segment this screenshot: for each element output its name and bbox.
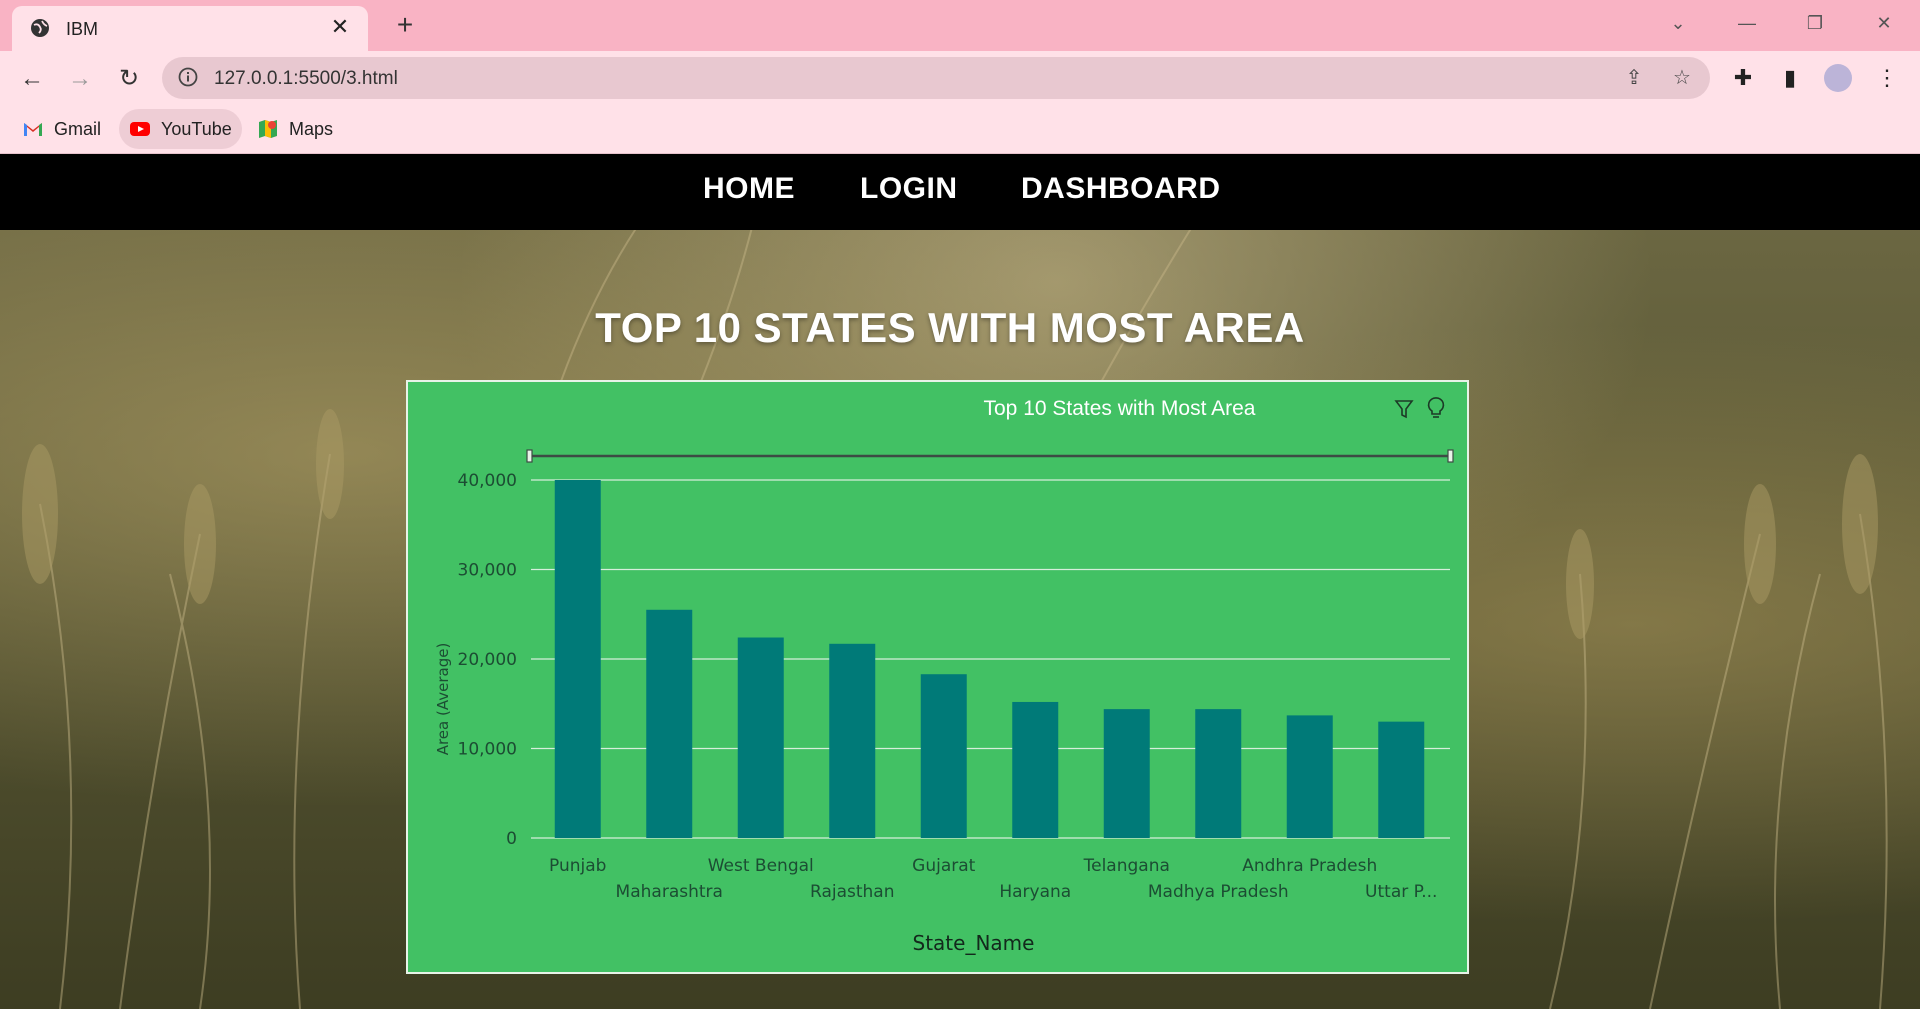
bookmark-label: Maps [289, 118, 334, 139]
bar [737, 637, 784, 838]
extensions-icon[interactable]: ✚ [1729, 64, 1757, 92]
nav-home-link[interactable]: HOME [703, 172, 795, 206]
back-icon[interactable]: ← [16, 63, 48, 95]
bookmark-label: Gmail [54, 118, 102, 139]
bar [1103, 709, 1150, 838]
x-tick-label: Gujarat [912, 856, 975, 876]
bar [646, 609, 693, 838]
browser-toolbar: ← → ↻ 127.0.0.1:5500/3.html ⇪ ☆ ✚ ▮ ⋮ [0, 51, 1920, 105]
bar [1195, 709, 1242, 838]
address-bar[interactable]: 127.0.0.1:5500/3.html ⇪ ☆ [162, 57, 1710, 99]
minimize-icon[interactable]: — [1724, 8, 1770, 38]
x-tick-label: Telangana [1083, 856, 1170, 876]
bar [1286, 715, 1333, 838]
side-panel-icon[interactable]: ▮ [1776, 64, 1804, 92]
x-tick-label: Uttar P... [1365, 882, 1437, 902]
x-tick-label: Andhra Pradesh [1242, 856, 1377, 876]
page-title: TOP 10 STATES WITH MOST AREA [595, 304, 1305, 351]
chart-panel: Top 10 States with Most Area 0 10,000 20,0… [406, 380, 1469, 974]
x-tick-label: Maharashtra [616, 882, 723, 902]
y-axis-title: Area (Average) [434, 643, 452, 756]
browser-tab[interactable]: IBM ✕ [12, 6, 368, 51]
maps-icon [259, 120, 277, 138]
x-tick-label: Rajasthan [810, 882, 895, 902]
bar [1378, 721, 1425, 838]
profile-avatar-icon[interactable] [1824, 64, 1852, 92]
x-axis-title: State_Name [913, 931, 1035, 955]
site-nav: HOME LOGIN DASHBOARD [0, 154, 1920, 230]
bar-chart: 0 10,000 20,000 30,000 40,000 Punjab Maharasht… [434, 449, 1454, 955]
reload-icon[interactable]: ↻ [113, 63, 145, 95]
bar [1012, 701, 1059, 838]
y-tick-label: 0 [506, 829, 517, 849]
range-slider-handle-left [526, 449, 533, 463]
bookmark-star-icon[interactable]: ☆ [1670, 66, 1694, 90]
y-tick-label: 20,000 [458, 650, 517, 670]
x-tick-label: Punjab [549, 856, 606, 876]
youtube-icon [130, 122, 150, 136]
y-tick-label: 30,000 [458, 561, 517, 581]
menu-icon[interactable]: ⋮ [1873, 64, 1901, 92]
bar [920, 674, 967, 838]
bookmark-gmail[interactable]: Gmail [12, 109, 111, 149]
gmail-icon [24, 123, 42, 136]
browser-tab-strip: IBM ✕ + ⌄ — ❐ ✕ [0, 0, 1920, 51]
url-text[interactable]: 127.0.0.1:5500/3.html [214, 68, 398, 90]
globe-icon [31, 19, 49, 37]
info-icon[interactable] [178, 67, 198, 87]
forward-icon[interactable]: → [64, 63, 96, 95]
tab-search-icon[interactable]: ⌄ [1655, 8, 1701, 38]
y-tick-label: 40,000 [458, 471, 517, 491]
close-tab-icon[interactable]: ✕ [328, 15, 352, 39]
share-icon[interactable]: ⇪ [1622, 66, 1646, 90]
page-viewport: HOME LOGIN DASHBOARD TOP 10 STATES WITH … [0, 154, 1920, 1009]
nav-login-link[interactable]: LOGIN [860, 172, 958, 206]
range-slider-handle-right [1447, 449, 1454, 463]
x-tick-label: Madhya Pradesh [1148, 882, 1289, 902]
new-tab-icon[interactable]: + [390, 11, 420, 41]
bookmarks-bar: Gmail YouTube Maps [0, 105, 1920, 154]
close-window-icon[interactable]: ✕ [1861, 8, 1907, 38]
x-tick-label: Haryana [999, 882, 1071, 902]
tab-title: IBM [66, 19, 99, 39]
restore-icon[interactable]: ❐ [1792, 8, 1838, 38]
bookmark-youtube[interactable]: YouTube [119, 109, 242, 149]
nav-dashboard-link[interactable]: DASHBOARD [1021, 172, 1221, 206]
bar [829, 643, 876, 838]
x-tick-label: West Bengal [708, 856, 814, 876]
bookmark-label: YouTube [161, 118, 232, 139]
bar [554, 480, 601, 838]
y-tick-label: 10,000 [458, 740, 517, 760]
bookmark-maps[interactable]: Maps [247, 109, 343, 149]
